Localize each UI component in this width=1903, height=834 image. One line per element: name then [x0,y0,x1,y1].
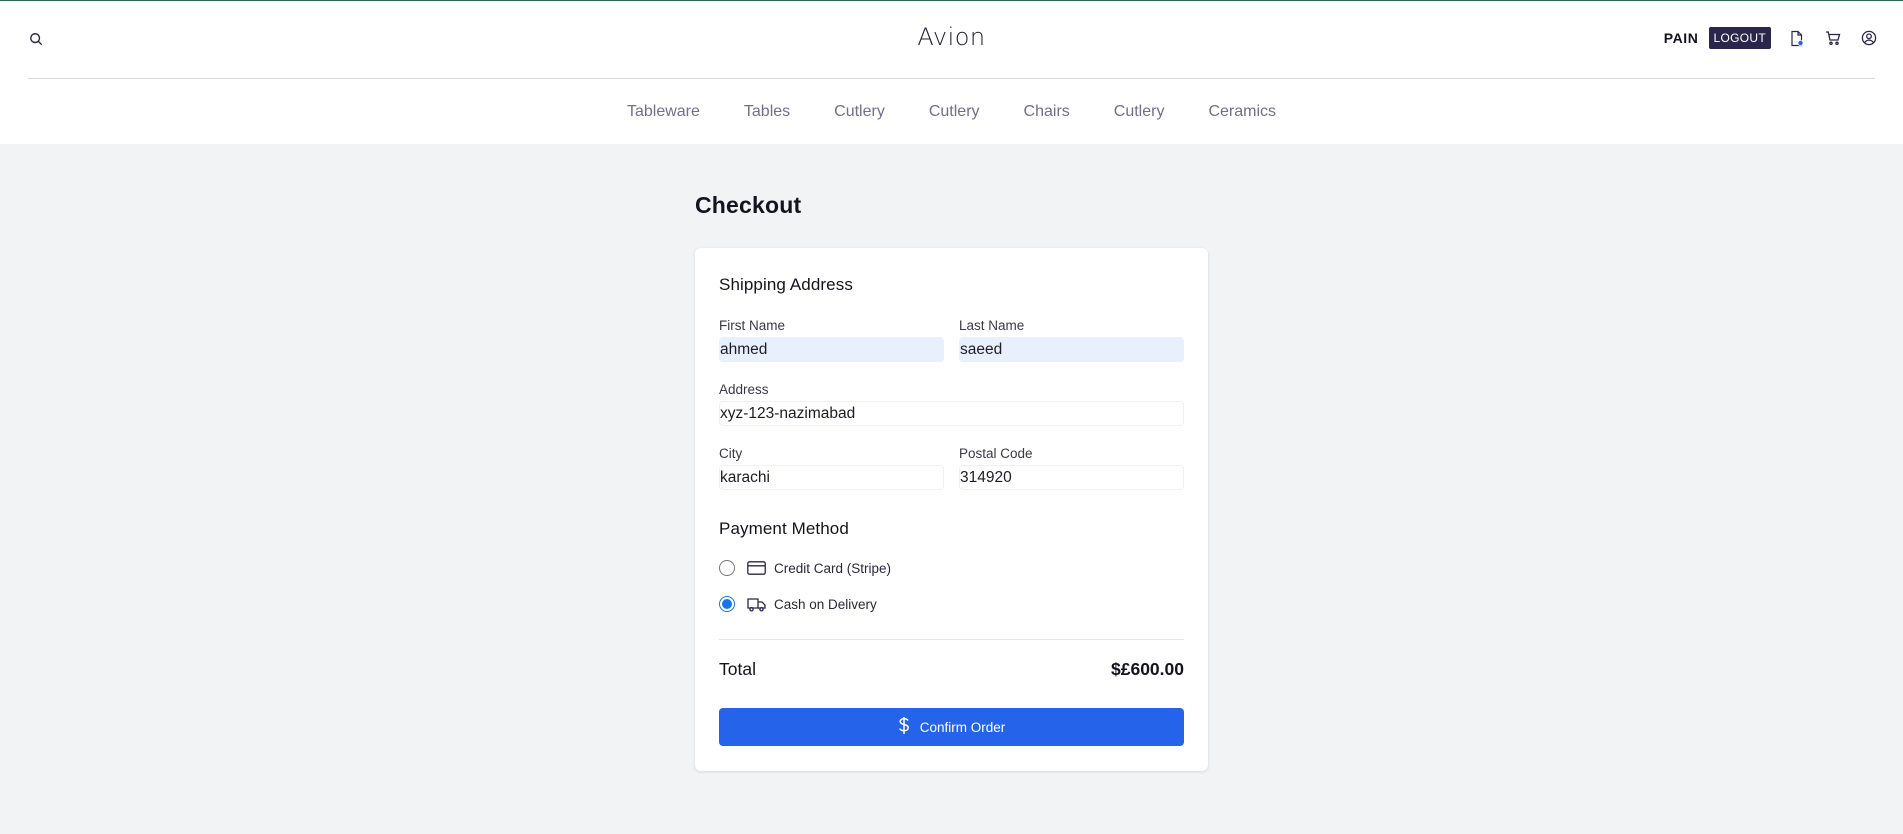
search-icon[interactable] [26,29,46,49]
address-field: Address [719,382,1184,426]
last-name-input[interactable] [959,337,1184,362]
page-title: Checkout [695,192,802,218]
nav-item-cutlery[interactable]: Cutlery [1092,103,1187,121]
orders-icon[interactable] [1787,28,1807,48]
address-input[interactable] [719,401,1184,426]
truck-icon [747,596,767,612]
cart-icon[interactable] [1823,28,1843,48]
nav-item-tables[interactable]: Tables [722,103,812,121]
user-icon[interactable] [1859,28,1879,48]
address-label: Address [719,382,769,397]
user-name: PAIN [1663,30,1699,46]
postal-code-label: Postal Code [959,446,1033,461]
brand-logo[interactable]: Avion [0,23,1903,51]
checkout-card: Shipping Address First Name Last Name Ad… [695,248,1208,771]
credit-card-icon [747,560,767,576]
city-label: City [719,446,743,461]
nav-item-cutlery[interactable]: Cutlery [907,103,1002,121]
cash-on-delivery-radio[interactable] [719,596,735,612]
confirm-order-button[interactable]: Confirm Order [719,708,1184,746]
shipping-section-title: Shipping Address [719,275,853,294]
total-value: $£600.00 [1111,659,1184,679]
total-divider [719,639,1184,640]
site-header: Avion PAIN LOGOUT Tableware Tables Cutle… [0,1,1903,144]
last-name-field: Last Name [959,318,1184,362]
nav-item-ceramics[interactable]: Ceramics [1186,103,1298,121]
credit-card-radio[interactable] [719,560,735,576]
total-label: Total [719,659,756,679]
header-row: Avion PAIN LOGOUT [0,1,1903,78]
nav-item-chairs[interactable]: Chairs [1002,103,1092,121]
logout-button[interactable]: LOGOUT [1708,27,1771,49]
nav-item-cutlery[interactable]: Cutlery [812,103,907,121]
first-name-label: First Name [719,318,786,333]
payment-option-credit-card[interactable]: Credit Card (Stripe) [719,560,891,576]
cash-on-delivery-label: Cash on Delivery [774,596,877,612]
nav-item-tableware[interactable]: Tableware [605,103,722,121]
dollar-icon [898,716,910,738]
postal-code-input[interactable] [959,465,1184,490]
header-actions: PAIN LOGOUT [1664,27,1879,49]
confirm-order-label: Confirm Order [919,719,1006,735]
payment-section-title: Payment Method [719,519,849,538]
first-name-input[interactable] [719,337,944,362]
city-input[interactable] [719,465,944,490]
postal-code-field: Postal Code [959,446,1184,490]
first-name-field: First Name [719,318,944,362]
payment-option-cash-on-delivery[interactable]: Cash on Delivery [719,596,877,612]
last-name-label: Last Name [959,318,1025,333]
city-field: City [719,446,944,490]
category-nav: Tableware Tables Cutlery Cutlery Chairs … [0,79,1903,144]
credit-card-label: Credit Card (Stripe) [774,560,892,576]
